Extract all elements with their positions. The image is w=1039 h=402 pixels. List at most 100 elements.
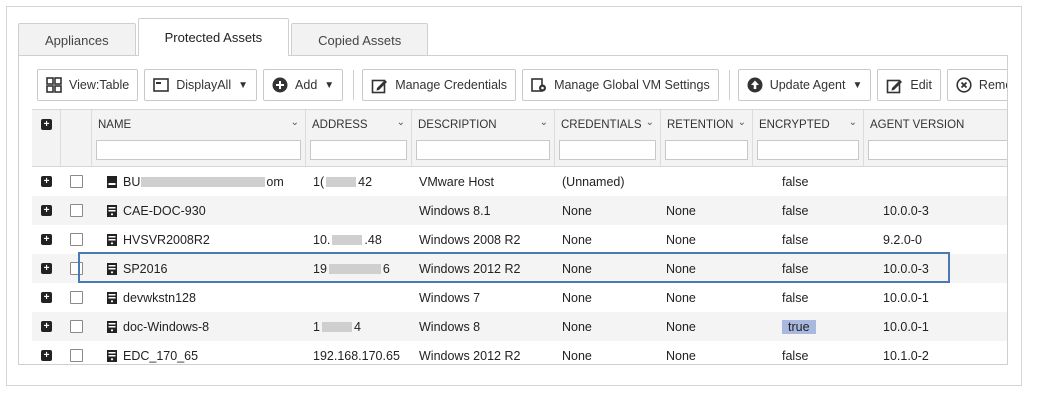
chevron-down-icon[interactable]: ⌄ <box>738 117 746 128</box>
row-checkbox[interactable] <box>70 262 83 275</box>
row-expand[interactable]: + <box>32 341 60 364</box>
header-description[interactable]: DESCRIPTION ⌄ <box>411 110 554 166</box>
cell-retention: None <box>660 196 752 225</box>
expand-row-icon[interactable]: + <box>41 350 52 361</box>
display-all-button[interactable]: DisplayAll ▼ <box>144 69 258 101</box>
chevron-down-icon[interactable]: ⌄ <box>397 117 405 128</box>
row-select[interactable] <box>60 254 91 283</box>
asset-address-suffix: 6 <box>382 261 390 276</box>
expand-all-icon[interactable]: + <box>41 119 52 130</box>
table-row[interactable]: + devwkstn128 Windows 7 None None false 10.0.0… <box>32 283 1007 312</box>
asset-agent-version: 10.0.0-3 <box>883 203 929 218</box>
asset-credentials: None <box>562 232 592 247</box>
update-agent-button[interactable]: Update Agent ▼ <box>737 69 872 101</box>
expand-row-icon[interactable]: + <box>41 263 52 274</box>
row-checkbox[interactable] <box>70 233 83 246</box>
description-filter-input[interactable] <box>416 140 550 160</box>
header-name[interactable]: NAME ⌄ <box>91 110 305 166</box>
tab-appliances[interactable]: Appliances <box>18 23 136 56</box>
cell-credentials: None <box>554 312 660 341</box>
header-agent-version-label: AGENT VERSION <box>870 119 965 131</box>
expand-row-icon[interactable]: + <box>41 176 52 187</box>
asset-description: Windows 2012 R2 <box>419 348 521 363</box>
manage-credentials-button[interactable]: Manage Credentials <box>362 69 517 101</box>
cell-description: Windows 8.1 <box>411 196 554 225</box>
server-icon <box>107 349 117 362</box>
cell-credentials: (Unnamed) <box>554 167 660 196</box>
cell-address: 192.168.170.65 <box>305 341 411 364</box>
row-checkbox[interactable] <box>70 204 83 217</box>
row-expand[interactable]: + <box>32 167 60 196</box>
row-checkbox[interactable] <box>70 291 83 304</box>
asset-encrypted: false <box>782 290 809 305</box>
chevron-down-icon[interactable]: ⌄ <box>849 117 857 128</box>
retention-filter-input[interactable] <box>665 140 748 160</box>
edit-button[interactable]: Edit <box>877 69 941 101</box>
chevron-down-icon[interactable]: ⌄ <box>646 117 654 128</box>
row-checkbox[interactable] <box>70 175 83 188</box>
header-retention[interactable]: RETENTION ⌄ <box>660 110 752 166</box>
asset-name: HVSVR2008R2 <box>123 232 210 247</box>
expand-row-icon[interactable]: + <box>41 205 52 216</box>
cell-encrypted: false <box>752 225 863 254</box>
table-row[interactable]: + CAE-DOC-930 Windows 8.1 None None false 10.0… <box>32 196 1007 225</box>
row-checkbox[interactable] <box>70 349 83 362</box>
cell-name: devwkstn128 <box>91 283 305 312</box>
cell-encrypted: false <box>752 341 863 364</box>
table-row[interactable]: + EDC_170_65 192.168.170.65 Windows 2012 R2… <box>32 341 1007 364</box>
row-checkbox[interactable] <box>70 320 83 333</box>
header-agent-version[interactable]: AGENT VERSION <box>863 110 1007 166</box>
view-table-button[interactable]: View:Table <box>37 69 139 101</box>
asset-name: SP2016 <box>123 261 168 276</box>
remove-circle-icon <box>956 77 972 93</box>
row-expand[interactable]: + <box>32 254 60 283</box>
header-address-label: ADDRESS <box>312 119 368 131</box>
tab-protected-assets[interactable]: Protected Assets <box>137 18 290 56</box>
grid-view-icon <box>46 77 62 93</box>
expand-row-icon[interactable]: + <box>41 234 52 245</box>
row-expand[interactable]: + <box>32 196 60 225</box>
table-row[interactable]: + HVSVR2008R2 10. .48 Windows 2008 R2 None Non… <box>32 225 1007 254</box>
chevron-down-icon[interactable]: ⌄ <box>291 117 299 128</box>
expand-row-icon[interactable]: + <box>41 321 52 332</box>
row-select[interactable] <box>60 167 91 196</box>
caret-down-icon: ▼ <box>238 79 249 91</box>
encrypted-filter-input[interactable] <box>757 140 859 160</box>
cell-agent-version: 10.0.0-3 <box>863 254 1007 283</box>
address-filter-input[interactable] <box>310 140 407 160</box>
row-select[interactable] <box>60 283 91 312</box>
asset-credentials: None <box>562 348 592 363</box>
row-expand[interactable]: + <box>32 283 60 312</box>
cell-description: Windows 2012 R2 <box>411 254 554 283</box>
add-button[interactable]: Add ▼ <box>263 69 344 101</box>
tab-copied-assets[interactable]: Copied Assets <box>291 23 429 56</box>
credentials-filter-input[interactable] <box>559 140 656 160</box>
name-filter-input[interactable] <box>96 140 301 160</box>
upload-circle-icon <box>747 77 763 93</box>
cell-credentials: None <box>554 283 660 312</box>
server-icon <box>107 320 117 333</box>
table-row[interactable]: + BU om 1(42 VMware Host (Unnamed) false <box>32 167 1007 196</box>
row-select[interactable] <box>60 225 91 254</box>
row-expand[interactable]: + <box>32 312 60 341</box>
row-expand[interactable]: + <box>32 225 60 254</box>
row-select[interactable] <box>60 341 91 364</box>
cell-name: CAE-DOC-930 <box>91 196 305 225</box>
header-expand-all[interactable]: + <box>32 110 60 166</box>
remove-button[interactable]: Remove <box>946 69 1007 101</box>
header-address[interactable]: ADDRESS ⌄ <box>305 110 411 166</box>
asset-name: doc-Windows-8 <box>123 319 210 334</box>
header-credentials[interactable]: CREDENTIALS ⌄ <box>554 110 660 166</box>
asset-address: 1( <box>313 174 325 189</box>
table-row[interactable]: + SP2016 19 6 Windows 2012 R2 None None false 10… <box>32 254 1007 283</box>
row-select[interactable] <box>60 312 91 341</box>
chevron-down-icon[interactable]: ⌄ <box>540 117 548 128</box>
agent-version-filter-input[interactable] <box>868 140 1007 160</box>
header-encrypted[interactable]: ENCRYPTED ⌄ <box>752 110 863 166</box>
expand-row-icon[interactable]: + <box>41 292 52 303</box>
table-row[interactable]: + doc-Windows-8 1 4 Windows 8 None None true 10.… <box>32 312 1007 341</box>
server-icon <box>107 262 117 275</box>
manage-global-vm-settings-button[interactable]: Manage Global VM Settings <box>522 69 719 101</box>
row-select[interactable] <box>60 196 91 225</box>
cell-encrypted: false <box>752 283 863 312</box>
